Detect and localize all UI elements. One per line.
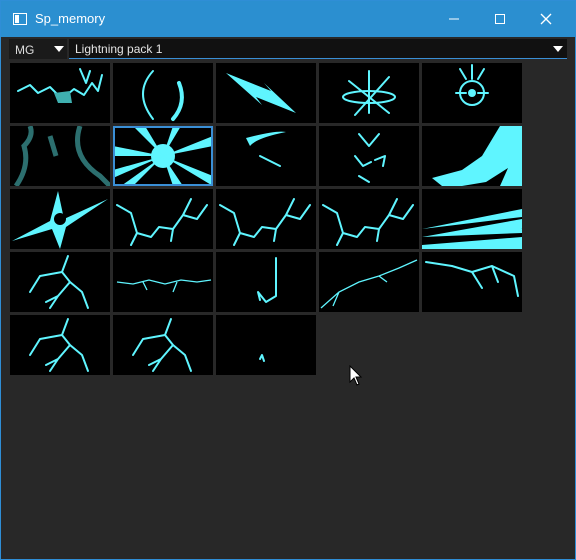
effect-thumbnail[interactable] [319,63,419,123]
title-bar[interactable]: Sp_memory [1,1,575,37]
forked-lightning-icon [29,318,89,372]
effect-thumbnail[interactable] [113,315,213,375]
forked-lightning-icon [132,318,192,372]
beam-rays-icon [422,193,522,249]
electric-sparks-icon [354,133,386,183]
toolbar: MG Lightning pack 1 [9,39,567,59]
effect-thumbnail[interactable] [10,315,110,375]
effect-thumbnail[interactable] [422,252,522,312]
window-title: Sp_memory [35,11,106,26]
pack-value: Lightning pack 1 [75,42,163,56]
effect-thumbnail[interactable] [216,252,316,312]
effect-thumbnail[interactable] [113,63,213,123]
maximize-button[interactable] [477,1,523,37]
branch-lightning-icon [322,198,414,246]
branch-lightning-icon [219,198,311,246]
effect-thumbnail[interactable] [113,252,213,312]
forked-lightning-icon [29,255,89,309]
app-window: Sp_memory MG Lightning pack 1 [0,0,576,560]
effect-thumbnail[interactable] [319,126,419,186]
wide-lightning-icon [425,261,519,297]
splash-lightning-icon [17,68,103,103]
close-button[interactable] [523,1,569,37]
splash-wave-icon [432,126,522,186]
effect-thumbnail[interactable] [216,189,316,249]
window-icon [13,13,27,25]
effect-thumbnail[interactable] [216,63,316,123]
category-dropdown[interactable]: MG [9,39,67,59]
spark-burst-icon [342,70,396,116]
eye-orb-icon [455,64,489,106]
chevron-down-icon [553,46,563,52]
category-value: MG [15,43,35,57]
effect-thumbnail[interactable] [10,189,110,249]
effect-thumbnail[interactable] [10,63,110,123]
branch-lightning-icon [116,198,208,246]
lightning-bolt-icon [226,73,296,113]
horizontal-lightning-icon [116,279,212,293]
chevron-down-icon [54,46,64,52]
star-flash-icon [12,191,108,249]
mouse-cursor-icon [349,365,363,386]
effect-thumbnail[interactable] [10,126,110,186]
arc-crescent-icon [142,70,184,121]
minimize-icon [449,18,459,20]
dark-smoke-icon [13,126,110,186]
effect-thumbnail[interactable] [113,189,213,249]
effect-thumbnail[interactable] [319,189,419,249]
effect-thumbnail[interactable] [216,315,316,375]
maximize-icon [495,14,505,24]
effect-thumbnail[interactable] [422,63,522,123]
small-spark-icon [259,354,265,362]
pack-dropdown[interactable]: Lightning pack 1 [69,39,567,59]
effect-thumbnail[interactable] [422,189,522,249]
hook-lightning-icon [257,257,277,303]
effect-thumbnail[interactable] [422,126,522,186]
minimize-button[interactable] [431,1,477,37]
radial-rays-icon [113,126,213,186]
close-icon [540,13,552,25]
effect-thumbnail[interactable] [10,252,110,312]
slash-streak-icon [246,131,286,167]
effect-thumbnail[interactable] [319,252,419,312]
long-lightning-icon [320,259,418,309]
effect-thumbnail[interactable] [216,126,316,186]
effect-thumbnail[interactable] [113,126,213,186]
thumbnail-grid [10,63,530,383]
